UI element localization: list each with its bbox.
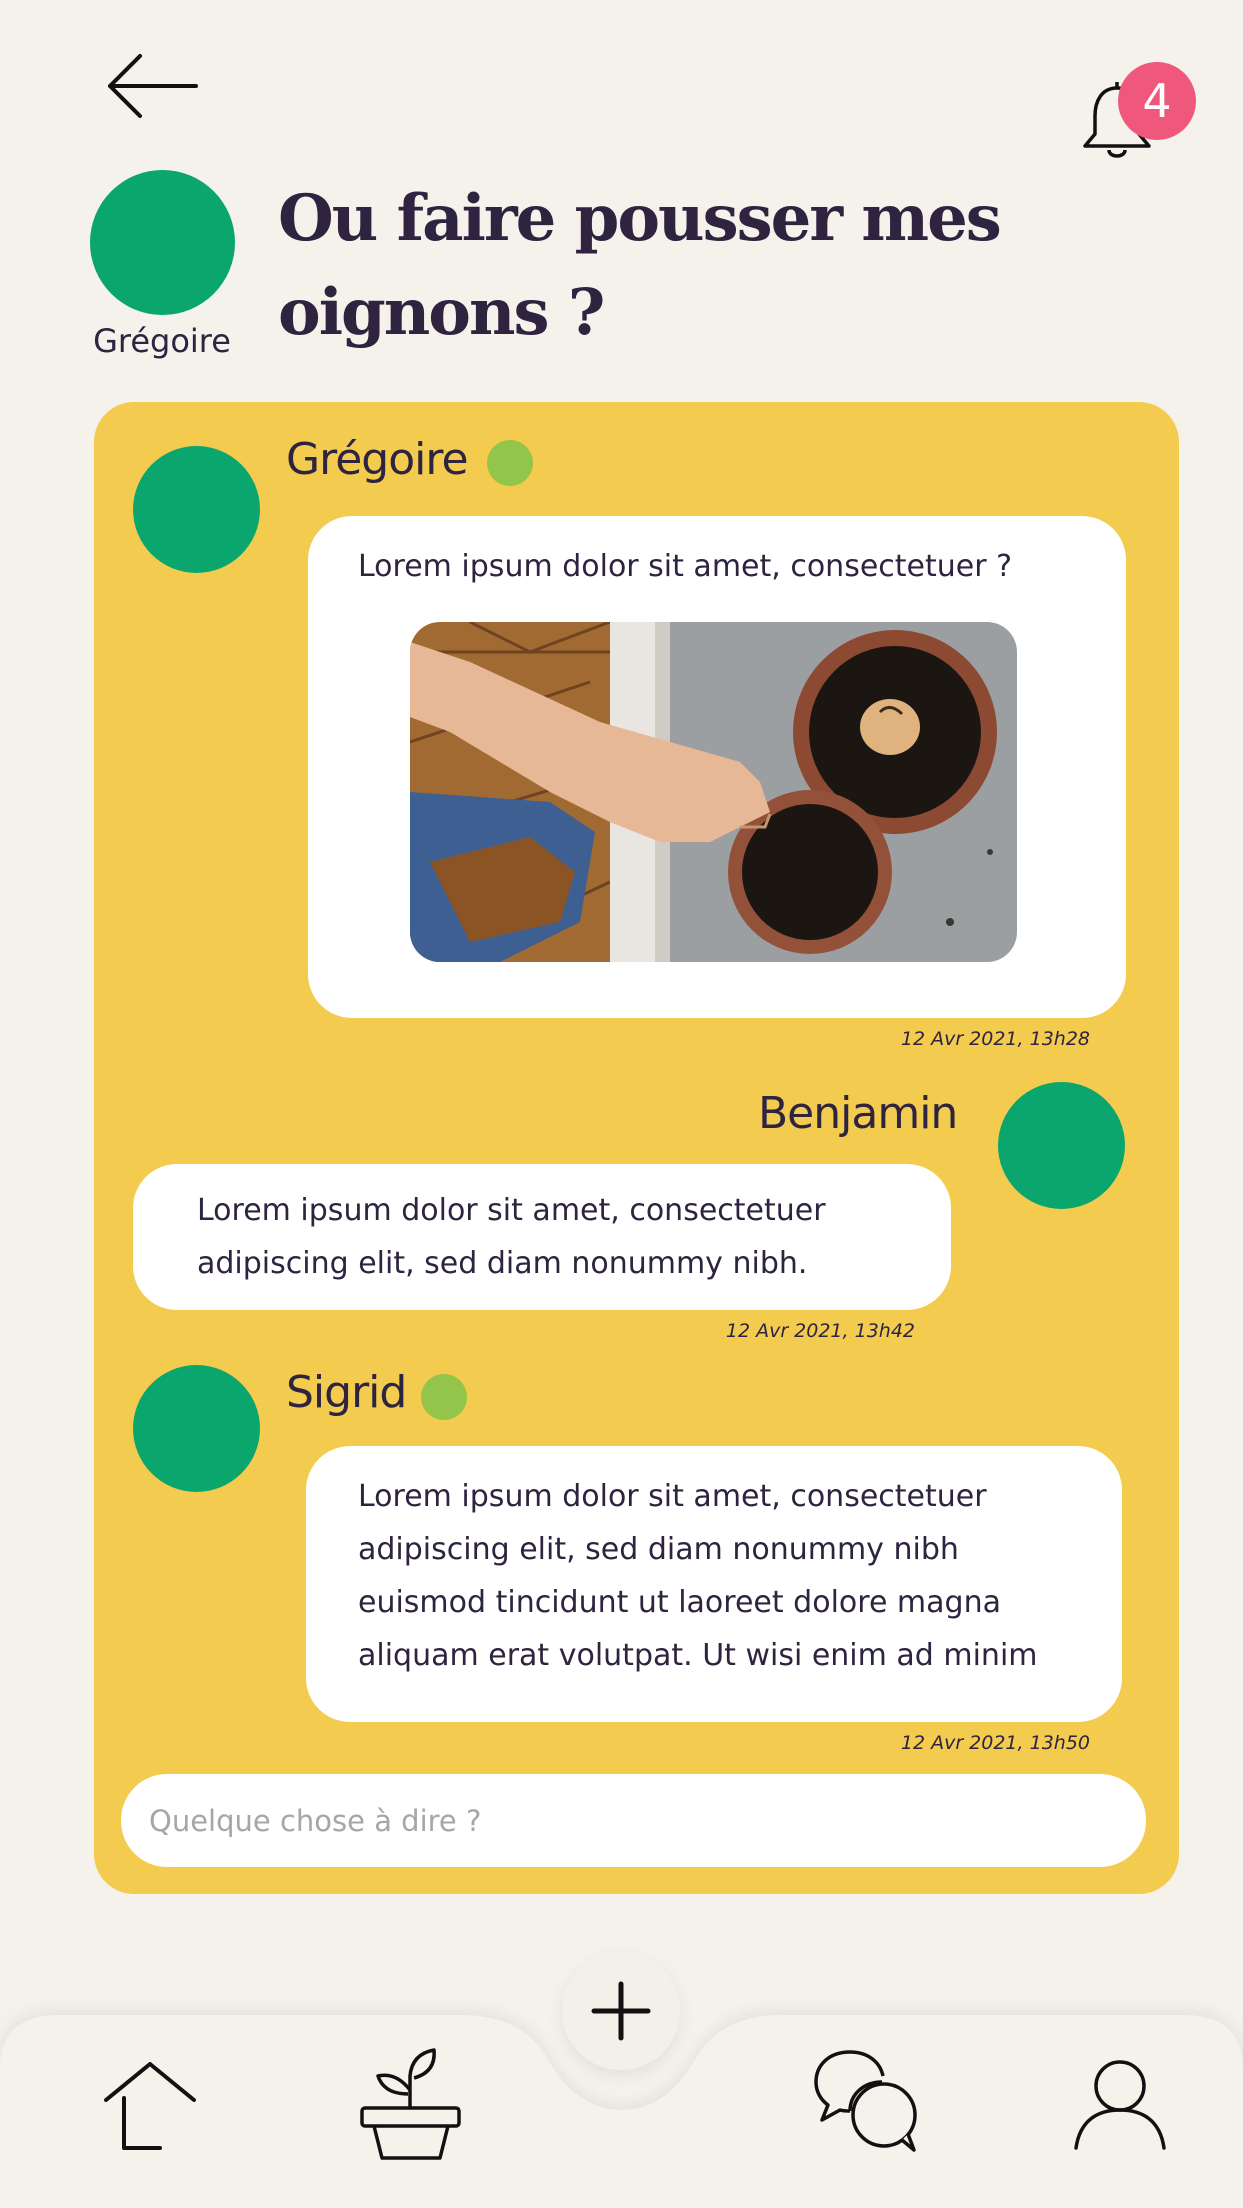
message-timestamp: 12 Avr 2021, 13h42 — [725, 1320, 915, 1342]
online-status-indicator — [487, 440, 533, 486]
author-name: Grégoire — [93, 322, 231, 360]
message-author-gregoire: Grégoire — [286, 434, 469, 485]
message-avatar-gregoire[interactable] — [133, 446, 260, 573]
home-icon — [104, 2062, 196, 2150]
message-text-line: aliquam erat volutpat. Ut wisi enim ad m… — [358, 1638, 1038, 1673]
add-icon — [591, 1981, 651, 2041]
back-button[interactable] — [100, 50, 210, 130]
notification-count-badge: 4 — [1118, 62, 1196, 140]
message-bubble-sigrid: Lorem ipsum dolor sit amet, consectetuer… — [306, 1446, 1122, 1722]
message-timestamp: 12 Avr 2021, 13h50 — [900, 1732, 1090, 1754]
message-text-line: adipiscing elit, sed diam nonummy nibh — [358, 1532, 959, 1567]
message-bubble-benjamin: Lorem ipsum dolor sit amet, consectetuer… — [133, 1164, 951, 1310]
add-post-button[interactable] — [562, 1952, 680, 2070]
message-text: Lorem ipsum dolor sit amet, consectetuer… — [358, 1470, 1038, 1682]
nav-plants-button[interactable] — [358, 2046, 463, 2165]
message-text: Lorem ipsum dolor sit amet, consectetuer… — [358, 549, 1013, 584]
nav-messages-button[interactable] — [812, 2048, 920, 2158]
message-text-line: adipiscing elit, sed diam nonummy nibh. — [197, 1246, 808, 1281]
message-text-line: euismod tincidunt ut laoreet dolore magn… — [358, 1585, 1001, 1620]
comment-input[interactable] — [121, 1774, 1146, 1867]
message-text-line: Lorem ipsum dolor sit amet, consectetuer — [197, 1193, 826, 1228]
message-text: Lorem ipsum dolor sit amet, consectetuer… — [197, 1184, 826, 1290]
message-timestamp: 12 Avr 2021, 13h28 — [900, 1028, 1090, 1050]
chat-bubbles-icon — [814, 2050, 917, 2152]
message-author-sigrid: Sigrid — [286, 1367, 407, 1418]
message-text-line: Lorem ipsum dolor sit amet, consectetuer — [358, 1479, 987, 1514]
message-avatar-sigrid[interactable] — [133, 1365, 260, 1492]
user-profile-icon — [1074, 2060, 1166, 2150]
plant-pot-icon — [360, 2048, 461, 2160]
page-title: Ou faire pousser mes oignons ? — [278, 181, 1002, 350]
nav-profile-button[interactable] — [1070, 2058, 1170, 2157]
arrow-left-icon — [108, 54, 198, 118]
message-photo-onion-pots[interactable] — [410, 622, 1017, 962]
nav-home-button[interactable] — [100, 2058, 200, 2157]
author-avatar[interactable] — [90, 170, 235, 315]
online-status-indicator — [421, 1374, 467, 1420]
onion-pots-photo — [410, 622, 1017, 962]
message-author-benjamin: Benjamin — [758, 1088, 958, 1139]
message-avatar-benjamin[interactable] — [998, 1082, 1125, 1209]
